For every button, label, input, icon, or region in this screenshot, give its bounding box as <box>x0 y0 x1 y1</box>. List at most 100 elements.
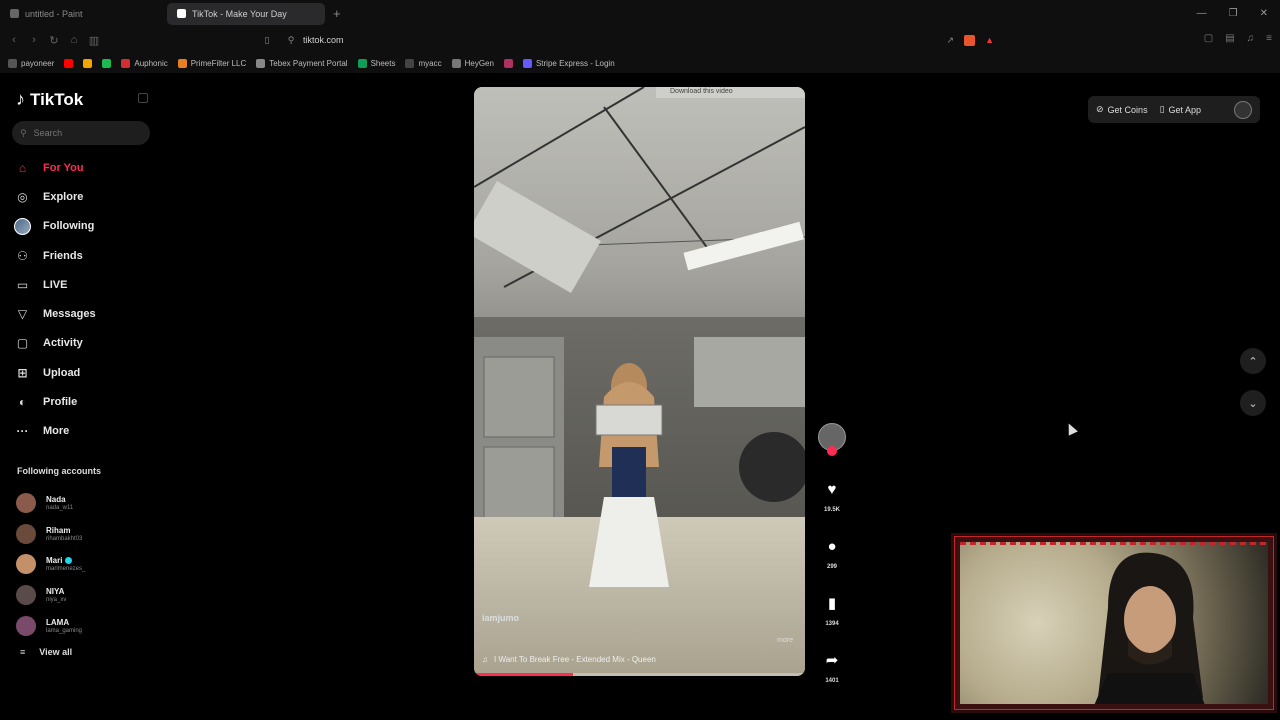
paint-favicon-icon <box>10 9 19 18</box>
following-account-item[interactable]: LAMA lama_gaming <box>16 610 156 641</box>
forward-icon[interactable]: › <box>24 34 44 46</box>
sidebar-item-following[interactable]: Following <box>14 212 154 241</box>
mouse-cursor-icon <box>1064 421 1078 436</box>
tiktok-logo[interactable]: ♪ TikTok <box>16 89 83 110</box>
like-count: 19.5K <box>823 507 840 513</box>
brand-name: TikTok <box>30 89 84 109</box>
video-music[interactable]: ♫ I Want To Break Free - Extended Mix - … <box>482 655 656 664</box>
bookmark-item[interactable] <box>83 58 93 68</box>
search-input[interactable] <box>33 128 134 138</box>
bookmark-label: Sheets <box>370 58 396 68</box>
video-progress-bar[interactable] <box>474 673 805 676</box>
account-name-text: Nada <box>46 495 66 505</box>
sidebar-toggle-icon[interactable]: ▥ <box>84 34 104 47</box>
follow-plus-icon[interactable] <box>827 446 837 456</box>
bookmark-item[interactable]: myacc <box>405 58 442 68</box>
bookmark-item[interactable]: Tebex Payment Portal <box>256 58 348 68</box>
sidebar: ♪ TikTok ⚲ ⌂ For You ◎ Explore Following ⚇ Fri… <box>0 73 160 720</box>
brave-shield-icon[interactable] <box>964 34 976 46</box>
view-all-button[interactable]: ≡ View all <box>20 647 72 657</box>
collapse-sidebar-icon[interactable] <box>138 93 148 103</box>
sidebar-item-explore[interactable]: ◎ Explore <box>14 182 154 211</box>
wallet-icon[interactable]: ▤ <box>1225 33 1234 44</box>
reload-icon[interactable]: ↻ <box>44 34 64 47</box>
bookmark-favicon-icon <box>8 58 17 68</box>
tab-tiktok[interactable]: TikTok - Make Your Day <box>167 2 325 25</box>
home-browser-icon[interactable]: ⌂ <box>64 34 84 46</box>
caption-more-link[interactable]: more <box>777 637 793 644</box>
extensions-icon[interactable]: ▢ <box>1204 33 1213 44</box>
video-player[interactable]: Download this video iamjumo more ♫ I Wan… <box>474 87 805 676</box>
bookmark-item[interactable] <box>102 58 112 68</box>
user-avatar[interactable] <box>1234 100 1252 119</box>
following-account-item[interactable]: NIYA niya_xv <box>16 580 156 611</box>
bookmark-favicon-icon <box>121 58 131 68</box>
heart-icon[interactable]: ♥ <box>817 474 847 504</box>
bookmark-icon[interactable]: ▮ <box>817 588 847 618</box>
following-accounts-title: Following accounts <box>17 466 102 476</box>
account-display-name: Nada <box>46 495 73 504</box>
sidebar-item-live[interactable]: ▭ LIVE <box>14 270 154 299</box>
share-icon[interactable]: ↗ <box>947 35 955 46</box>
bookmark-item[interactable]: payoneer <box>8 58 54 68</box>
sidebar-item-profile[interactable]: ◐ Profile <box>14 387 154 416</box>
coin-icon: ⊘ <box>1096 104 1104 114</box>
restore-icon[interactable]: ❐ <box>1229 8 1238 19</box>
bookmark-favicon-icon <box>64 58 74 68</box>
sidebar-item-activity[interactable]: ▢ Activity <box>14 329 154 358</box>
chevron-down-icon: ⌄ <box>1248 397 1258 410</box>
get-app-button[interactable]: ▯ Get App <box>1160 104 1201 115</box>
friends-icon: ⚇ <box>17 248 28 263</box>
close-icon[interactable]: ✕ <box>1260 8 1268 19</box>
search-icon: ⚲ <box>20 127 27 138</box>
bookmark-item[interactable]: Sheets <box>357 58 396 68</box>
webcam-overlay <box>951 533 1277 713</box>
account-handle: niya_xv <box>46 597 67 604</box>
sidebar-item-label: Following <box>43 220 95 233</box>
share-arrow-icon[interactable]: ➦ <box>817 645 847 675</box>
search-box[interactable]: ⚲ <box>12 121 150 145</box>
sidebar-item-friends[interactable]: ⚇ Friends <box>14 241 154 270</box>
address-bar[interactable]: ▯ ⚲ tiktok.com ↗ ▲ <box>255 30 1000 50</box>
minimize-icon[interactable]: — <box>1197 8 1207 19</box>
video-action-rail: ♥ 19.5K ● 299 ▮ 1394 ➦ 1401 <box>817 423 847 684</box>
sidebar-item-messages[interactable]: ▽ Messages <box>14 299 154 328</box>
sidebar-item-label: Profile <box>43 396 78 409</box>
menu-icon[interactable]: ≡ <box>1266 33 1272 44</box>
bookmark-page-icon[interactable]: ▯ <box>255 35 279 46</box>
music-note-icon: ♫ <box>482 655 488 664</box>
previous-video-button[interactable]: ⌃ <box>1240 348 1266 374</box>
media-icon[interactable]: ♫ <box>1247 33 1255 44</box>
account-display-name: NIYA <box>46 587 66 596</box>
bookmark-item[interactable]: PrimeFilter LLC <box>177 58 246 68</box>
bookmark-item[interactable]: Stripe Express - Login <box>522 58 615 68</box>
bookmark-item[interactable]: HeyGen <box>451 58 494 68</box>
video-username[interactable]: iamjumo <box>482 613 519 623</box>
site-info-icon[interactable]: ⚲ <box>279 35 303 46</box>
account-display-name: LAMA <box>46 618 82 627</box>
sidebar-item-more[interactable]: ··· More <box>14 417 154 446</box>
tab-paint[interactable]: untitled - Paint <box>0 3 160 25</box>
following-account-item[interactable]: Mari marimenezes_ <box>16 549 156 580</box>
back-icon[interactable]: ‹ <box>4 34 24 46</box>
rewards-icon[interactable]: ▲ <box>985 35 994 45</box>
new-tab-plus-icon[interactable]: + <box>333 6 341 21</box>
get-coins-button[interactable]: ⊘ Get Coins <box>1096 104 1148 115</box>
following-account-item[interactable]: Riham rihambakht03 <box>16 519 156 550</box>
sidebar-item-label: For You <box>43 161 84 174</box>
sidebar-item-upload[interactable]: ⊞ Upload <box>14 358 154 387</box>
comment-icon[interactable]: ● <box>817 531 847 561</box>
sidebar-item-for-you[interactable]: ⌂ For You <box>14 153 154 182</box>
upload-icon: ⊞ <box>17 365 28 380</box>
bookmark-favicon-icon <box>522 58 532 68</box>
account-name-text: Riham <box>46 525 71 535</box>
next-video-button[interactable]: ⌄ <box>1240 390 1266 416</box>
sidebar-item-label: Friends <box>43 249 83 262</box>
tab-label: untitled - Paint <box>25 8 83 19</box>
download-video-overlay[interactable]: Download this video <box>656 87 805 98</box>
bookmark-favicon-icon <box>451 58 461 68</box>
bookmark-item[interactable]: Auphonic <box>121 58 168 68</box>
bookmark-item[interactable] <box>64 58 74 68</box>
following-account-item[interactable]: Nada nada_w11 <box>16 488 156 519</box>
bookmark-item[interactable] <box>503 58 513 68</box>
